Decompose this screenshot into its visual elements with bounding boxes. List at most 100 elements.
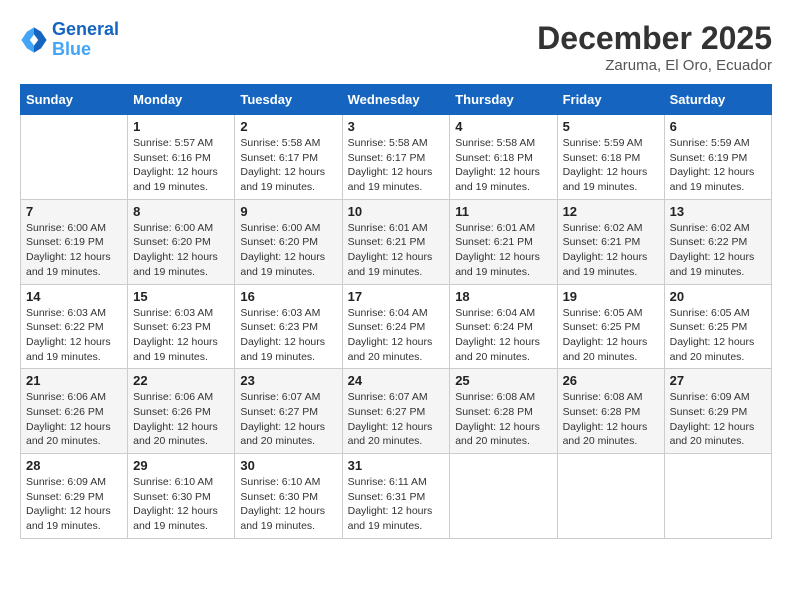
day-number: 4 [455,119,551,134]
day-info: Sunrise: 6:01 AM Sunset: 6:21 PM Dayligh… [455,221,551,280]
day-info: Sunrise: 6:10 AM Sunset: 6:30 PM Dayligh… [133,475,229,534]
weekday-header-wednesday: Wednesday [342,85,450,115]
weekday-header-row: SundayMondayTuesdayWednesdayThursdayFrid… [21,85,772,115]
calendar-cell: 19 Sunrise: 6:05 AM Sunset: 6:25 PM Dayli… [557,284,664,369]
calendar-cell: 18 Sunrise: 6:04 AM Sunset: 6:24 PM Dayli… [450,284,557,369]
day-number: 16 [240,289,336,304]
day-info: Sunrise: 6:04 AM Sunset: 6:24 PM Dayligh… [348,306,445,365]
day-number: 17 [348,289,445,304]
calendar-cell: 30Sunrise: 6:10 AM Sunset: 6:30 PM Dayli… [235,454,342,539]
calendar-cell: 1 Sunrise: 5:57 AM Sunset: 6:16 PM Daylig… [128,115,235,200]
day-number: 22 [133,373,229,388]
day-number: 11 [455,204,551,219]
calendar-table: SundayMondayTuesdayWednesdayThursdayFrid… [20,84,772,539]
day-info: Sunrise: 5:59 AM Sunset: 6:18 PM Dayligh… [563,136,659,195]
logo-text: General Blue [52,20,119,60]
calendar-cell [21,115,128,200]
day-number: 8 [133,204,229,219]
day-number: 13 [670,204,766,219]
day-info: Sunrise: 6:05 AM Sunset: 6:25 PM Dayligh… [563,306,659,365]
calendar-cell: 21Sunrise: 6:06 AM Sunset: 6:26 PM Dayli… [21,369,128,454]
day-number: 15 [133,289,229,304]
day-number: 10 [348,204,445,219]
calendar-cell [664,454,771,539]
day-number: 26 [563,373,659,388]
weekday-header-thursday: Thursday [450,85,557,115]
calendar-cell: 14 Sunrise: 6:03 AM Sunset: 6:22 PM Dayli… [21,284,128,369]
day-info: Sunrise: 6:03 AM Sunset: 6:23 PM Dayligh… [133,306,229,365]
day-info: Sunrise: 5:58 AM Sunset: 6:17 PM Dayligh… [240,136,336,195]
day-info: Sunrise: 5:57 AM Sunset: 6:16 PM Dayligh… [133,136,229,195]
day-number: 1 [133,119,229,134]
title-section: December 2025 Zaruma, El Oro, Ecuador [537,20,772,74]
day-number: 3 [348,119,445,134]
logo: General Blue [20,20,119,60]
calendar-cell: 25 Sunrise: 6:08 AM Sunset: 6:28 PM Dayli… [450,369,557,454]
calendar-cell: 28Sunrise: 6:09 AM Sunset: 6:29 PM Dayli… [21,454,128,539]
day-number: 28 [26,458,122,473]
calendar-cell: 22 Sunrise: 6:06 AM Sunset: 6:26 PM Dayli… [128,369,235,454]
day-info: Sunrise: 6:06 AM Sunset: 6:26 PM Dayligh… [133,390,229,449]
day-info: Sunrise: 6:00 AM Sunset: 6:19 PM Dayligh… [26,221,122,280]
calendar-cell [557,454,664,539]
calendar-cell: 16Sunrise: 6:03 AM Sunset: 6:23 PM Dayli… [235,284,342,369]
calendar-cell: 9 Sunrise: 6:00 AM Sunset: 6:20 PM Daylig… [235,199,342,284]
day-number: 19 [563,289,659,304]
calendar-subtitle: Zaruma, El Oro, Ecuador [537,57,772,74]
day-number: 2 [240,119,336,134]
calendar-body: 1 Sunrise: 5:57 AM Sunset: 6:16 PM Daylig… [21,115,772,539]
day-number: 25 [455,373,551,388]
day-number: 18 [455,289,551,304]
weekday-header-monday: Monday [128,85,235,115]
calendar-cell: 23Sunrise: 6:07 AM Sunset: 6:27 PM Dayli… [235,369,342,454]
week-row-3: 14 Sunrise: 6:03 AM Sunset: 6:22 PM Dayli… [21,284,772,369]
day-info: Sunrise: 6:04 AM Sunset: 6:24 PM Dayligh… [455,306,551,365]
weekday-header-friday: Friday [557,85,664,115]
calendar-cell: 6Sunrise: 5:59 AM Sunset: 6:19 PM Daylig… [664,115,771,200]
day-info: Sunrise: 6:00 AM Sunset: 6:20 PM Dayligh… [133,221,229,280]
calendar-cell [450,454,557,539]
day-info: Sunrise: 6:05 AM Sunset: 6:25 PM Dayligh… [670,306,766,365]
day-info: Sunrise: 6:07 AM Sunset: 6:27 PM Dayligh… [240,390,336,449]
week-row-4: 21 Sunrise: 6:06 AM Sunset: 6:26 PM Dayli… [21,369,772,454]
day-number: 31 [348,458,445,473]
calendar-cell: 17 Sunrise: 6:04 AM Sunset: 6:24 PM Dayli… [342,284,450,369]
page-header: General Blue December 2025 Zaruma, El Or… [20,20,772,74]
week-row-2: 7 Sunrise: 6:00 AM Sunset: 6:19 PM Daylig… [21,199,772,284]
day-number: 21 [26,373,122,388]
weekday-header-sunday: Sunday [21,85,128,115]
calendar-cell: 27Sunrise: 6:09 AM Sunset: 6:29 PM Dayli… [664,369,771,454]
calendar-cell: 11 Sunrise: 6:01 AM Sunset: 6:21 PM Dayli… [450,199,557,284]
day-number: 14 [26,289,122,304]
calendar-title: December 2025 [537,20,772,57]
day-info: Sunrise: 6:01 AM Sunset: 6:21 PM Dayligh… [348,221,445,280]
day-number: 9 [240,204,336,219]
calendar-cell: 24Sunrise: 6:07 AM Sunset: 6:27 PM Dayli… [342,369,450,454]
week-row-5: 28Sunrise: 6:09 AM Sunset: 6:29 PM Dayli… [21,454,772,539]
logo-line1: General [52,19,119,39]
day-info: Sunrise: 6:03 AM Sunset: 6:22 PM Dayligh… [26,306,122,365]
day-number: 12 [563,204,659,219]
day-number: 20 [670,289,766,304]
day-info: Sunrise: 6:02 AM Sunset: 6:22 PM Dayligh… [670,221,766,280]
calendar-cell: 10 Sunrise: 6:01 AM Sunset: 6:21 PM Dayli… [342,199,450,284]
calendar-cell: 15 Sunrise: 6:03 AM Sunset: 6:23 PM Dayli… [128,284,235,369]
calendar-cell: 26 Sunrise: 6:08 AM Sunset: 6:28 PM Dayli… [557,369,664,454]
calendar-cell: 4 Sunrise: 5:58 AM Sunset: 6:18 PM Daylig… [450,115,557,200]
calendar-cell: 13 Sunrise: 6:02 AM Sunset: 6:22 PM Dayli… [664,199,771,284]
calendar-cell: 7 Sunrise: 6:00 AM Sunset: 6:19 PM Daylig… [21,199,128,284]
logo-icon [20,26,48,54]
week-row-1: 1 Sunrise: 5:57 AM Sunset: 6:16 PM Daylig… [21,115,772,200]
day-info: Sunrise: 6:08 AM Sunset: 6:28 PM Dayligh… [455,390,551,449]
day-info: Sunrise: 5:58 AM Sunset: 6:18 PM Dayligh… [455,136,551,195]
calendar-cell: 2 Sunrise: 5:58 AM Sunset: 6:17 PM Daylig… [235,115,342,200]
day-info: Sunrise: 6:08 AM Sunset: 6:28 PM Dayligh… [563,390,659,449]
calendar-cell: 8 Sunrise: 6:00 AM Sunset: 6:20 PM Daylig… [128,199,235,284]
logo-line2: Blue [52,39,91,59]
day-info: Sunrise: 6:09 AM Sunset: 6:29 PM Dayligh… [670,390,766,449]
day-number: 30 [240,458,336,473]
day-number: 7 [26,204,122,219]
day-number: 24 [348,373,445,388]
day-info: Sunrise: 6:00 AM Sunset: 6:20 PM Dayligh… [240,221,336,280]
calendar-cell: 12Sunrise: 6:02 AM Sunset: 6:21 PM Dayli… [557,199,664,284]
